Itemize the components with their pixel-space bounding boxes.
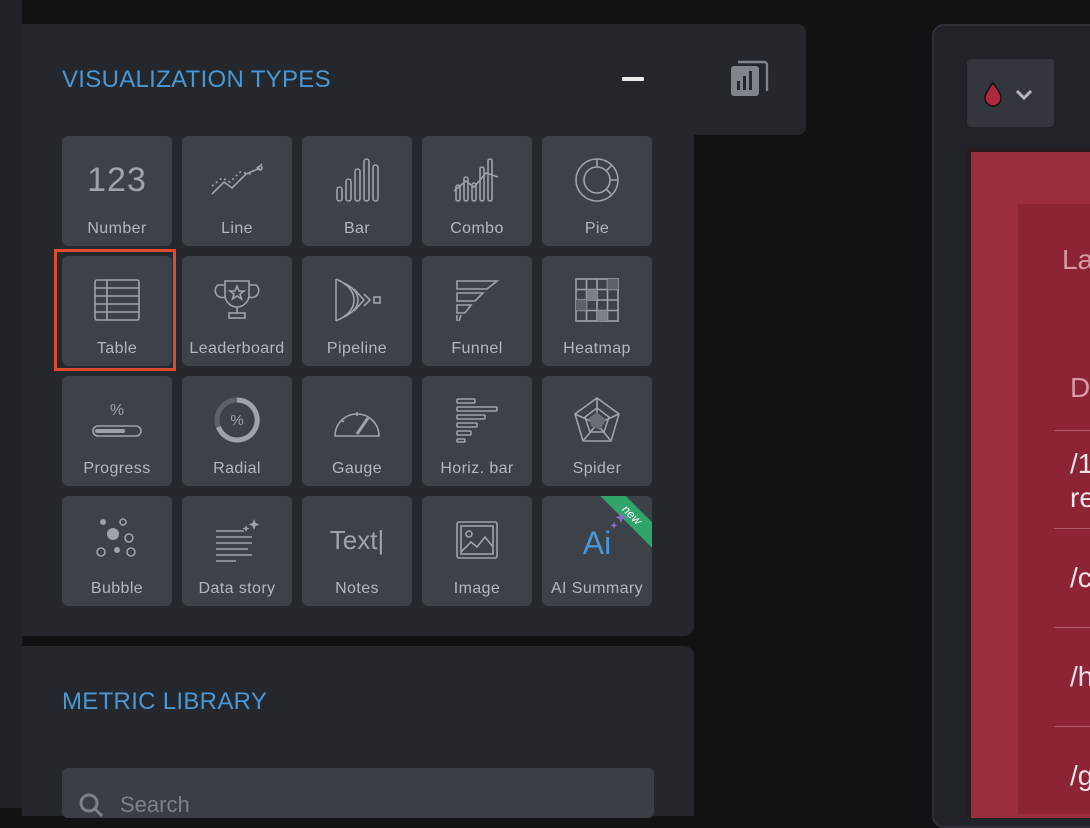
tile-label: Pie bbox=[584, 220, 610, 237]
tile-combo[interactable]: Combo bbox=[422, 136, 532, 246]
tile-leaderboard[interactable]: Leaderboard bbox=[182, 256, 292, 366]
search-placeholder: Search bbox=[120, 792, 190, 817]
tile-label: Line bbox=[221, 220, 253, 237]
tile-number[interactable]: 123 Number bbox=[62, 136, 172, 246]
search-icon bbox=[79, 793, 104, 818]
chevron-down-icon bbox=[1015, 89, 1033, 101]
bar-chart-icon bbox=[329, 156, 385, 204]
tile-label: Table bbox=[96, 340, 138, 357]
tile-label: Spider bbox=[572, 460, 622, 477]
left-rail bbox=[0, 0, 22, 808]
tile-heatmap[interactable]: Heatmap bbox=[542, 256, 652, 366]
preview-text: D bbox=[1070, 372, 1090, 403]
tile-label: Number bbox=[87, 220, 147, 237]
preview-text: /h bbox=[1070, 661, 1090, 692]
radial-icon: % bbox=[209, 396, 265, 444]
color-dropdown-button[interactable] bbox=[967, 59, 1054, 127]
trophy-icon bbox=[209, 276, 265, 324]
pie-chart-icon bbox=[569, 156, 625, 204]
tile-funnel[interactable]: Funnel bbox=[422, 256, 532, 366]
row-divider bbox=[1054, 528, 1090, 529]
tile-bar[interactable]: Bar bbox=[302, 136, 412, 246]
tile-label: Image bbox=[453, 580, 501, 597]
metric-search-input[interactable]: Search bbox=[62, 768, 654, 818]
number-123-icon: 123 bbox=[87, 160, 147, 199]
gauge-icon bbox=[329, 396, 385, 444]
metric-library-title: METRIC LIBRARY bbox=[62, 688, 268, 715]
tile-data-story[interactable]: Data story bbox=[182, 496, 292, 606]
bubble-chart-icon bbox=[89, 516, 145, 564]
row-divider bbox=[1054, 430, 1090, 431]
line-chart-icon bbox=[209, 156, 265, 204]
tile-label: Notes bbox=[335, 580, 379, 597]
row-divider bbox=[1054, 726, 1090, 727]
data-story-icon bbox=[209, 516, 265, 564]
tile-gauge[interactable]: Gauge bbox=[302, 376, 412, 486]
tile-table[interactable]: Table bbox=[62, 256, 172, 366]
heatmap-icon bbox=[569, 276, 625, 324]
tile-label: Bubble bbox=[90, 580, 144, 597]
tile-label: Leaderboard bbox=[189, 340, 285, 357]
tile-label: Radial bbox=[213, 460, 261, 477]
spider-chart-icon bbox=[569, 396, 625, 444]
tile-image[interactable]: Image bbox=[422, 496, 532, 606]
tile-notes[interactable]: Text| Notes bbox=[302, 496, 412, 606]
image-icon bbox=[449, 516, 505, 564]
dock-panel-button[interactable] bbox=[726, 57, 772, 103]
tile-label: Progress bbox=[83, 460, 151, 477]
tile-label: Data story bbox=[198, 580, 276, 597]
tile-label: Pipeline bbox=[326, 340, 388, 357]
visualization-grid: 123 Number Line Bar Combo Pie Table Lead… bbox=[62, 136, 652, 606]
table-icon bbox=[89, 276, 145, 324]
tile-label: Horiz. bar bbox=[440, 460, 514, 477]
ai-summary-icon: Ai bbox=[569, 512, 627, 564]
tile-horizontal-bar[interactable]: Horiz. bar bbox=[422, 376, 532, 486]
tile-spider[interactable]: Spider bbox=[542, 376, 652, 486]
dock-icon bbox=[731, 60, 769, 96]
combo-chart-icon bbox=[449, 156, 505, 204]
tile-ai-summary[interactable]: new Ai AI Summary bbox=[542, 496, 652, 606]
minimize-button[interactable] bbox=[622, 77, 644, 81]
tile-radial[interactable]: % Radial bbox=[182, 376, 292, 486]
tile-label: Gauge bbox=[331, 460, 383, 477]
preview-text: re bbox=[1070, 482, 1090, 513]
tile-label: Combo bbox=[450, 220, 504, 237]
tile-bubble[interactable]: Bubble bbox=[62, 496, 172, 606]
tile-label: Heatmap bbox=[563, 340, 631, 357]
funnel-icon bbox=[449, 276, 505, 324]
tile-label: Funnel bbox=[451, 340, 503, 357]
row-divider bbox=[1054, 627, 1090, 628]
progress-icon: % bbox=[89, 396, 145, 444]
tile-progress[interactable]: % Progress bbox=[62, 376, 172, 486]
tile-label: AI Summary bbox=[550, 580, 643, 597]
droplet-icon bbox=[984, 81, 1002, 107]
tile-label: Bar bbox=[343, 220, 371, 237]
pipeline-icon bbox=[329, 276, 385, 324]
preview-text: /g bbox=[1070, 760, 1090, 791]
preview-text: /1 bbox=[1070, 448, 1090, 479]
tile-pie[interactable]: Pie bbox=[542, 136, 652, 246]
preview-text: /c bbox=[1070, 562, 1090, 593]
visualization-types-title: VISUALIZATION TYPES bbox=[62, 66, 331, 93]
notes-text-icon: Text| bbox=[329, 524, 385, 555]
preview-text: La bbox=[1062, 244, 1090, 275]
horizontal-bar-icon bbox=[449, 396, 505, 444]
tile-pipeline[interactable]: Pipeline bbox=[302, 256, 412, 366]
tile-line[interactable]: Line bbox=[182, 136, 292, 246]
